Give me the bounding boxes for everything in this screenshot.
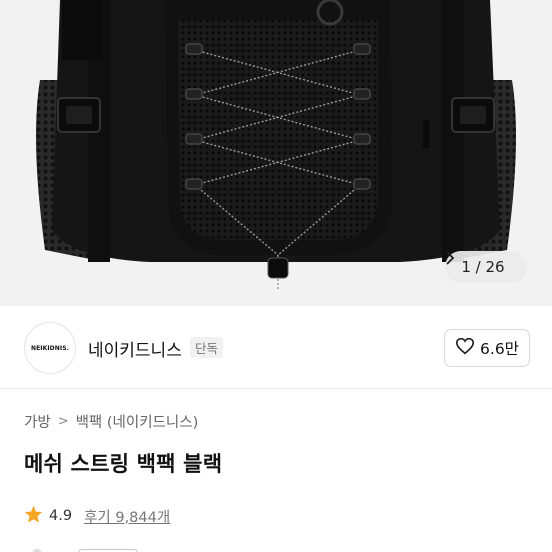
breadcrumb-subcategory[interactable]: 백팩 (네이키드니스) bbox=[76, 411, 199, 432]
heart-outline-icon bbox=[455, 337, 475, 359]
reviews-link[interactable]: 후기 9,844개 bbox=[84, 506, 170, 527]
image-counter-text: 1 / 26 bbox=[461, 258, 505, 276]
breadcrumb-separator: > bbox=[57, 414, 69, 429]
rating-score: 4.9 bbox=[49, 508, 73, 524]
like-button[interactable]: 6.6만 bbox=[444, 329, 530, 367]
star-icon bbox=[24, 505, 43, 527]
divider bbox=[0, 388, 552, 389]
next-section-peek bbox=[0, 545, 552, 552]
like-count: 6.6만 bbox=[480, 340, 519, 358]
brand-name-link[interactable]: 네이키드니스 bbox=[88, 336, 182, 361]
exclusive-badge: 단독 bbox=[190, 337, 224, 358]
breadcrumb-category[interactable]: 가방 bbox=[24, 411, 51, 432]
brand-row: NEIKIDNIS. 네이키드니스 단독 6.6만 bbox=[0, 306, 552, 388]
product-title: 메쉬 스트링 백팩 블랙 bbox=[24, 452, 223, 476]
product-image-gallery[interactable]: 1 / 26 bbox=[0, 0, 552, 306]
image-counter[interactable]: 1 / 26 bbox=[445, 251, 527, 283]
brand-logo-text: NEIKIDNIS. bbox=[30, 344, 70, 352]
brand-logo[interactable]: NEIKIDNIS. bbox=[24, 322, 76, 374]
rating-row: 4.9 후기 9,844개 bbox=[24, 505, 170, 527]
breadcrumb: 가방 > 백팩 (네이키드니스) bbox=[24, 411, 198, 432]
